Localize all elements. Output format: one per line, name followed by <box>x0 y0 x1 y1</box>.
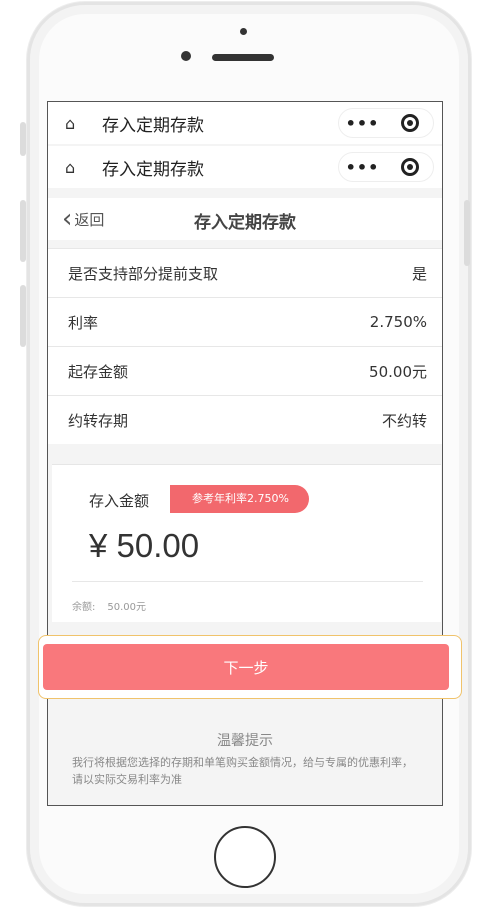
balance-value: 50.00元 <box>107 602 147 613</box>
mini-program-header: ⌂ 存入定期存款 ••• <box>48 146 442 188</box>
info-value: 不约转 <box>381 411 427 430</box>
capsule-menu: ••• <box>338 152 434 182</box>
tips-text: 我行将根据您选择的存期和单笔购买金额情况，给与专属的优惠利率，请以实际交易利率为… <box>72 756 413 786</box>
phone-volume-down-button <box>20 285 26 347</box>
phone-sensor <box>240 28 247 35</box>
info-value: 是 <box>411 264 427 283</box>
phone-power-button <box>464 200 470 266</box>
target-icon[interactable] <box>386 158 433 176</box>
phone-volume-up-button <box>20 200 26 262</box>
product-info-list: 是否支持部分提前支取 是 利率 2.750% 起存金额 50.00元 约转存期 … <box>48 248 442 444</box>
balance-label: 余额: <box>72 602 96 613</box>
header-title: 存入定期存款 <box>102 115 204 136</box>
info-value: 2.750% <box>369 313 427 331</box>
info-row-partial-withdrawal: 是否支持部分提前支取 是 <box>48 248 442 297</box>
header-title: 存入定期存款 <box>102 159 204 180</box>
mini-program-header: ⌂ 存入定期存款 ••• <box>48 102 442 144</box>
info-value: 50.00元 <box>369 362 427 381</box>
info-key: 是否支持部分提前支取 <box>68 264 219 283</box>
nav-bar: ‹ 返回 存入定期存款 <box>48 198 442 240</box>
deposit-amount-card: 存入金额 参考年利率2.750% ¥ 50.00 余额: 50.00元 <box>52 464 441 622</box>
more-icon[interactable]: ••• <box>339 114 386 133</box>
home-icon[interactable]: ⌂ <box>65 158 75 177</box>
tips-title: 温馨提示 <box>217 733 273 749</box>
info-key: 利率 <box>68 313 99 332</box>
phone-camera <box>181 51 191 61</box>
next-button-highlight: 下一步 <box>38 635 462 699</box>
deposit-amount-label: 存入金额 <box>89 492 150 510</box>
phone-side-button <box>20 122 26 156</box>
page-title: 存入定期存款 <box>194 213 296 233</box>
target-icon[interactable] <box>386 114 433 132</box>
info-row-min-amount: 起存金额 50.00元 <box>48 346 442 395</box>
next-button[interactable]: 下一步 <box>43 644 449 690</box>
rate-badge: 参考年利率2.750% <box>170 485 309 513</box>
info-key: 约转存期 <box>68 411 129 430</box>
more-icon[interactable]: ••• <box>339 158 386 177</box>
info-row-renewal: 约转存期 不约转 <box>48 395 442 444</box>
balance-text: 余额: 50.00元 <box>72 598 146 613</box>
capsule-menu: ••• <box>338 108 434 138</box>
info-row-rate: 利率 2.750% <box>48 297 442 346</box>
phone-speaker <box>212 54 274 61</box>
info-key: 起存金额 <box>68 362 129 381</box>
phone-home-button[interactable] <box>214 826 276 888</box>
home-icon[interactable]: ⌂ <box>65 114 75 133</box>
app-screen: ⌂ 存入定期存款 ••• ⌂ 存入定期存款 ••• ‹ 返回 存入定期存款 是否… <box>47 101 443 806</box>
divider <box>72 581 423 582</box>
deposit-amount-input[interactable]: ¥ 50.00 <box>89 527 199 565</box>
